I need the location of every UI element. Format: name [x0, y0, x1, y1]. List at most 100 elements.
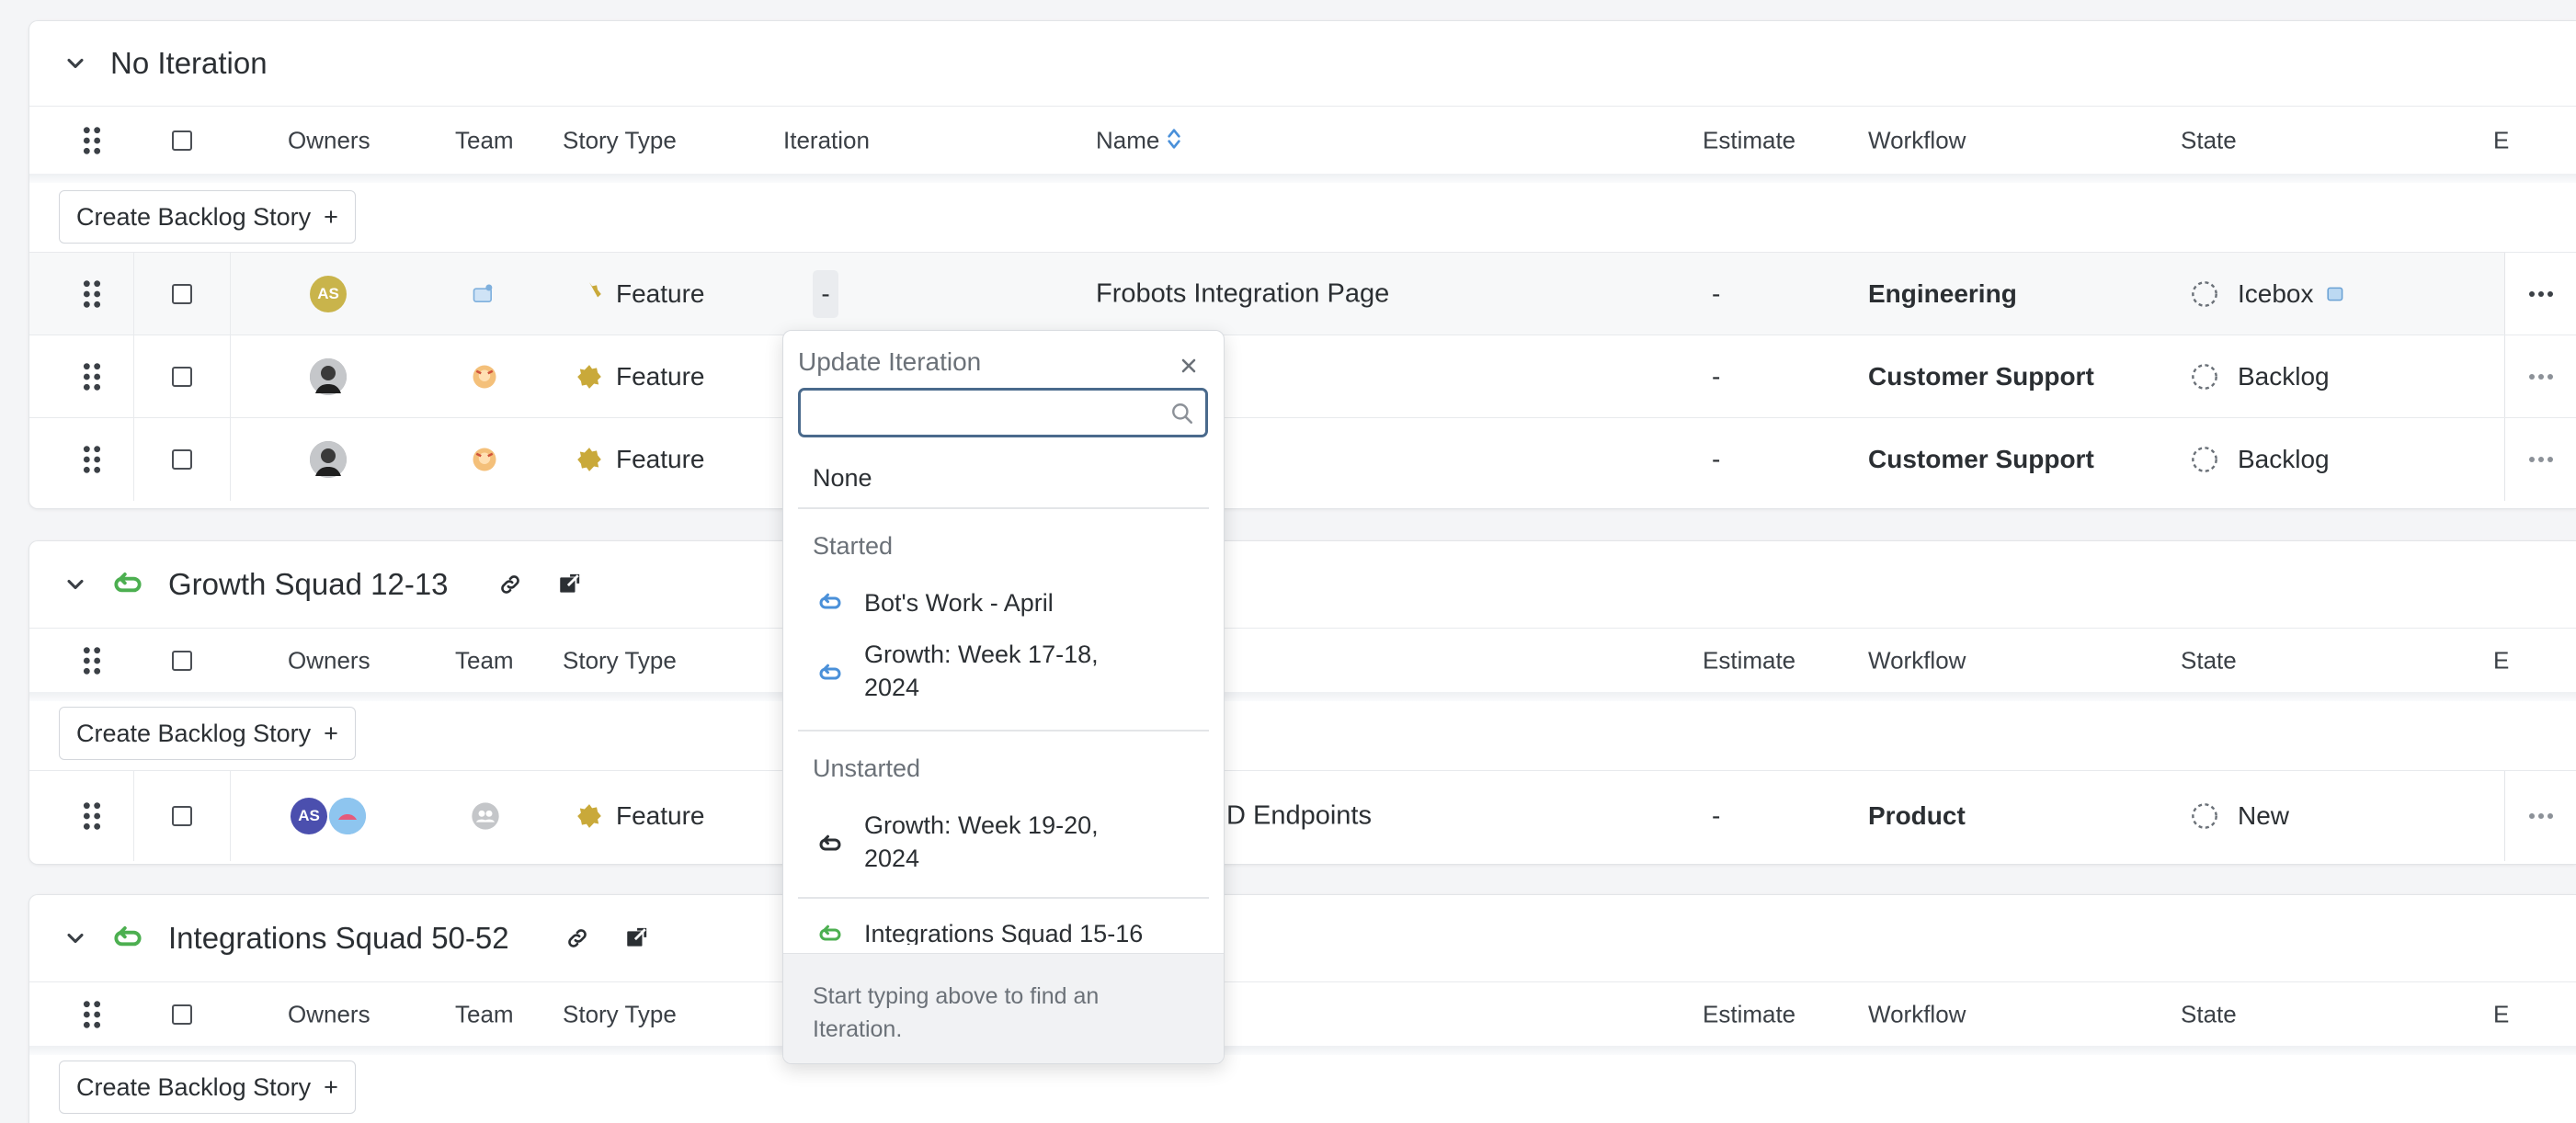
col-e[interactable]: E [2493, 646, 2509, 675]
workflow[interactable]: Product [1868, 801, 1966, 831]
estimate[interactable]: - [1712, 445, 1720, 474]
section-growth-squad: Growth Squad 12-13 Owners Team Story Typ… [28, 540, 2576, 865]
row-checkbox[interactable] [172, 366, 192, 387]
avatar[interactable] [310, 441, 347, 478]
story-type[interactable]: Feature [616, 279, 705, 309]
select-all-checkbox[interactable] [172, 650, 192, 671]
state[interactable]: New [2238, 801, 2289, 831]
plus-icon: + [324, 202, 338, 231]
table-row[interactable]: Feature - Customer Support Backlog [29, 335, 2576, 418]
link-icon[interactable] [498, 573, 522, 596]
close-icon[interactable] [1180, 357, 1198, 375]
iteration-search-input[interactable] [798, 388, 1208, 437]
external-link-icon[interactable] [557, 573, 581, 596]
state[interactable]: Icebox [2238, 279, 2314, 309]
drag-handle-icon[interactable] [80, 800, 104, 832]
story-type[interactable]: Feature [616, 445, 705, 474]
col-workflow[interactable]: Workflow [1868, 1000, 1966, 1028]
col-owners[interactable]: Owners [288, 646, 370, 675]
estimate[interactable]: - [1712, 279, 1720, 309]
create-backlog-story-button[interactable]: Create Backlog Story + [59, 707, 356, 760]
estimate[interactable]: - [1712, 362, 1720, 391]
col-estimate[interactable]: Estimate [1703, 1000, 1795, 1028]
drag-handle-icon[interactable] [80, 361, 104, 392]
drag-handle-icon[interactable] [80, 125, 104, 156]
col-estimate[interactable]: Estimate [1703, 126, 1795, 154]
col-estimate[interactable]: Estimate [1703, 646, 1795, 675]
table-row[interactable]: Feature - Customer Support Backlog [29, 418, 2576, 501]
external-link-icon[interactable] [624, 926, 648, 950]
select-all-checkbox[interactable] [172, 1004, 192, 1025]
table-row[interactable]: AS Feature D Endpoints - Product New [29, 771, 2576, 861]
col-state[interactable]: State [2181, 126, 2237, 154]
feature-icon [577, 448, 601, 471]
chevron-down-icon[interactable] [63, 925, 88, 951]
more-options-button[interactable] [2504, 418, 2576, 501]
col-team[interactable]: Team [455, 646, 514, 675]
select-all-checkbox[interactable] [172, 130, 192, 151]
more-options-button[interactable] [2504, 253, 2576, 335]
iteration-cell[interactable]: - [813, 269, 838, 318]
iteration-options-list[interactable]: None Started Bot's Work - April Growth: … [798, 448, 1209, 945]
estimate[interactable]: - [1712, 801, 1720, 831]
state[interactable]: Backlog [2238, 362, 2330, 391]
avatar[interactable]: AS [310, 275, 347, 312]
col-name[interactable]: Name [1096, 126, 1159, 154]
state[interactable]: Backlog [2238, 445, 2330, 474]
iteration-unstarted-icon [819, 834, 841, 851]
iteration-started-icon [819, 593, 841, 609]
col-team[interactable]: Team [455, 1000, 514, 1028]
team-icon[interactable] [471, 363, 498, 391]
story-type[interactable]: Feature [616, 801, 705, 831]
team-icon[interactable] [471, 801, 500, 831]
iteration-cycle-icon [114, 926, 142, 947]
col-workflow[interactable]: Workflow [1868, 646, 1966, 675]
drag-handle-icon[interactable] [80, 999, 104, 1030]
col-workflow[interactable]: Workflow [1868, 126, 1966, 154]
table-row[interactable]: AS Feature - Frobots Integration Page - … [29, 253, 2576, 335]
col-story-type[interactable]: Story Type [563, 126, 677, 154]
workflow[interactable]: Customer Support [1868, 362, 2094, 391]
sort-icon[interactable] [1167, 125, 1181, 153]
story-name[interactable]: Frobots Integration Page [1096, 278, 1389, 309]
more-options-button[interactable] [2504, 771, 2576, 861]
row-checkbox[interactable] [172, 806, 192, 826]
avatar[interactable]: AS [291, 798, 327, 834]
drag-handle-icon[interactable] [80, 444, 104, 475]
col-state[interactable]: State [2181, 646, 2237, 675]
option-none[interactable]: None [798, 448, 1209, 507]
col-e[interactable]: E [2493, 126, 2509, 154]
team-icon[interactable] [471, 446, 498, 473]
row-checkbox[interactable] [172, 449, 192, 470]
col-owners[interactable]: Owners [288, 1000, 370, 1028]
workflow[interactable]: Customer Support [1868, 445, 2094, 474]
chevron-down-icon[interactable] [63, 572, 88, 597]
avatar[interactable] [329, 798, 366, 834]
create-backlog-story-button[interactable]: Create Backlog Story + [59, 190, 356, 244]
link-icon[interactable] [565, 926, 589, 950]
col-e[interactable]: E [2493, 1000, 2509, 1028]
option-iteration[interactable]: Growth: Week 19-20, 2024 [798, 809, 1101, 882]
col-story-type[interactable]: Story Type [563, 646, 677, 675]
col-state[interactable]: State [2181, 1000, 2237, 1028]
col-team[interactable]: Team [455, 126, 514, 154]
drag-handle-icon[interactable] [80, 645, 104, 676]
workflow[interactable]: Engineering [1868, 279, 2017, 309]
team-icon[interactable] [471, 281, 496, 307]
option-iteration-partial[interactable]: Integrations Squad 15-16 [798, 917, 1209, 945]
group-label-started: Started [813, 532, 894, 560]
col-iteration[interactable]: Iteration [783, 126, 870, 154]
col-story-type[interactable]: Story Type [563, 1000, 677, 1028]
row-checkbox[interactable] [172, 283, 192, 304]
option-iteration[interactable]: Growth: Week 17-18, 2024 [798, 638, 1101, 711]
chevron-down-icon[interactable] [63, 51, 88, 76]
option-iteration[interactable]: Bot's Work - April [798, 575, 1209, 630]
story-name[interactable]: D Endpoints [1226, 801, 1372, 832]
drag-handle-icon[interactable] [80, 278, 104, 310]
col-owners[interactable]: Owners [288, 126, 370, 154]
create-backlog-story-button[interactable]: Create Backlog Story + [59, 1061, 356, 1114]
avatar[interactable] [310, 357, 347, 395]
story-type[interactable]: Feature [616, 362, 705, 391]
more-options-button[interactable] [2504, 335, 2576, 417]
user-photo-icon [310, 357, 347, 395]
